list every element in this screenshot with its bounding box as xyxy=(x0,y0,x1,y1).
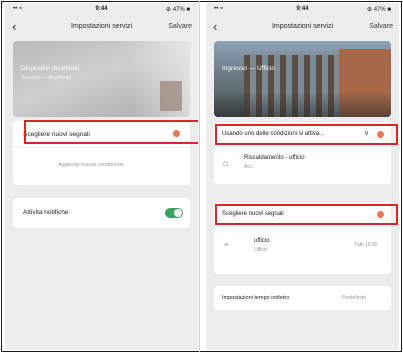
battery-indicator: ⊕ 47% ■ xyxy=(367,7,391,13)
notifications-label: Attivita notifiche xyxy=(23,209,69,216)
divider xyxy=(199,1,200,352)
image-shade xyxy=(214,91,391,117)
scene-image[interactable]: Ingresso — Ufficio xyxy=(214,41,391,117)
scene-caption: Dispositivi disattivati xyxy=(21,65,80,72)
time-settings-card[interactable]: Impostazioni tempo indietro Predefinito xyxy=(214,286,391,310)
heater-icon: ⌂ xyxy=(223,158,229,168)
right-phone-screen: •• ≈ 9:44 ⊕ 47% ■ ‹ Impostazioni servizi… xyxy=(206,3,399,350)
location-value: Tutti 10:00 xyxy=(354,242,378,248)
location-subtitle: Ufficio xyxy=(254,247,268,253)
highlight-box xyxy=(215,124,398,145)
notifications-card: Attivita notifiche xyxy=(13,198,190,228)
row-divider xyxy=(13,147,190,148)
left-phone-screen: •• ≈ 9:44 ⊕ 47% ■ ‹ Impostazioni servizi… xyxy=(5,3,198,350)
add-condition-button[interactable]: Aggiungi nuova condizione xyxy=(58,162,124,168)
location-title[interactable]: ufficio xyxy=(254,238,270,244)
scene-caption: Ingresso — Ufficio xyxy=(222,65,275,72)
battery-indicator: ⊕ 47% ■ xyxy=(166,7,190,13)
row-divider xyxy=(214,146,391,147)
device-title[interactable]: Riscaldamento - ufficio xyxy=(244,155,305,161)
status-bar: •• ≈ 9:44 ⊕ 47% ■ xyxy=(5,3,198,15)
device-subtitle: Acc. xyxy=(244,164,254,170)
nav-bar: ‹ Impostazioni servizi Salvare xyxy=(5,16,198,38)
nav-bar: ‹ Impostazioni servizi Salvare xyxy=(206,16,399,38)
highlight-box xyxy=(215,204,398,225)
row-divider xyxy=(214,226,391,227)
status-bar: •• ≈ 9:44 ⊕ 47% ■ xyxy=(206,3,399,15)
notifications-toggle[interactable] xyxy=(165,208,183,218)
time-settings-value: Predefinito xyxy=(342,295,366,301)
scene-image[interactable]: Dispositivi disattivati Sensori — disatt… xyxy=(13,41,190,117)
location-pin-icon: ⌖ xyxy=(224,240,229,249)
time-settings-label: Impostazioni tempo indietro xyxy=(222,295,290,301)
highlight-box xyxy=(24,120,198,144)
save-button[interactable]: Salvare xyxy=(369,23,393,30)
scene-subtitle: Sensori — disattivati xyxy=(21,75,72,81)
save-button[interactable]: Salvare xyxy=(168,23,192,30)
image-object xyxy=(160,81,182,111)
